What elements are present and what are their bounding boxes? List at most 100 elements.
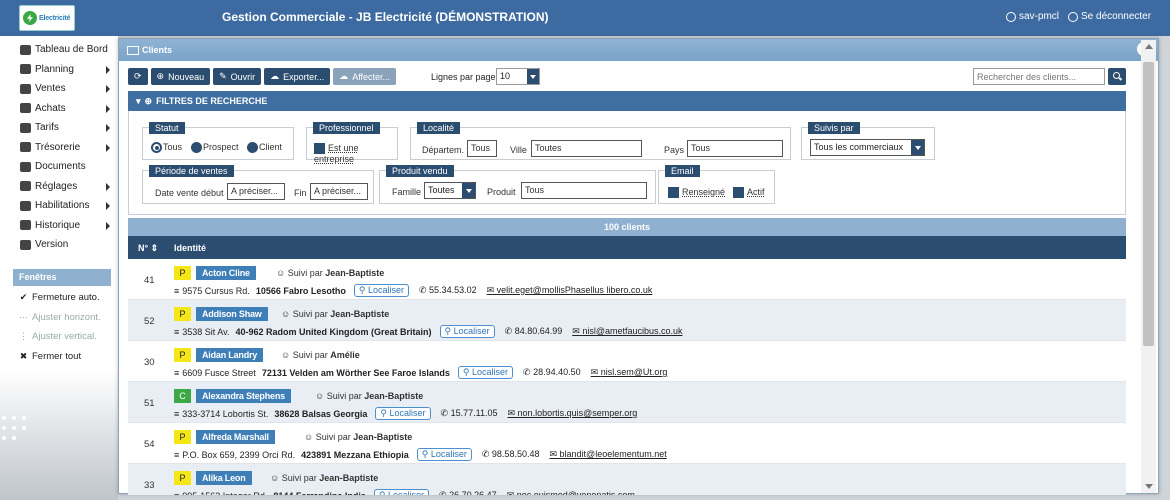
open-button[interactable]: ✎ Ouvrir: [213, 68, 262, 85]
ville-input[interactable]: Toutes: [531, 140, 642, 157]
sidebar-item-5[interactable]: Trésorerie: [0, 138, 118, 158]
window-titlebar[interactable]: Clients: [119, 39, 1158, 61]
toolbar: ⟳ ⊕ Nouveau ✎ Ouvrir ☁ Exporter... ☁ Affecte…: [128, 68, 397, 85]
departement-input[interactable]: Tous: [467, 140, 497, 157]
client-name[interactable]: Aidan Landry: [196, 348, 264, 362]
chevron-right-icon: [106, 182, 110, 191]
sidebar-item-10[interactable]: Version: [0, 235, 118, 255]
city: 72131 Velden am Wörther See Faroe Island…: [261, 367, 450, 378]
email-link[interactable]: ✉ nisl@ametfaucibus.co.uk: [572, 326, 682, 337]
cloud-download-icon: ☁: [270, 71, 280, 81]
client-name[interactable]: Alika Leon: [196, 471, 252, 485]
suivis-par-select[interactable]: Tous les commerciaux: [810, 139, 925, 156]
row-number: 30: [144, 357, 155, 368]
refresh-button[interactable]: ⟳: [128, 68, 148, 85]
lines-per-page-select[interactable]: 10: [496, 68, 540, 85]
user-icon: ☺: [315, 391, 325, 401]
email-address: nisl@ametfaucibus.co.uk: [582, 326, 683, 336]
sidebar-item-4[interactable]: Tarifs: [0, 118, 118, 138]
produit-input[interactable]: Tous: [521, 182, 647, 199]
checkbox-icon: [668, 187, 679, 199]
email-actif-checkbox[interactable]: Actif: [733, 187, 765, 199]
client-name[interactable]: Addison Shaw: [196, 307, 268, 321]
sidebar-item-2[interactable]: Ventes: [0, 79, 118, 99]
sidebar-item-3[interactable]: Achats: [0, 99, 118, 119]
export-label: Exporter...: [283, 71, 325, 82]
client-name[interactable]: Alexandra Stephens: [196, 389, 291, 403]
localiser-button[interactable]: ⚲ Localiser: [439, 325, 495, 338]
client-details: ≡ 9575 Cursus Rd. 10566 Fabro Lesotho ⚲ Loc…: [174, 284, 652, 297]
scroll-thumb[interactable]: [1143, 62, 1154, 346]
client-details: ≡995-1562 Integer Rd. 8144 Ferrandina Ind…: [174, 489, 635, 495]
scroll-up-icon[interactable]: [1145, 44, 1153, 49]
date-fin-input[interactable]: A préciser...: [310, 183, 368, 200]
scroll-down-icon[interactable]: [1145, 484, 1153, 489]
famille-select[interactable]: Toutes: [424, 182, 476, 199]
email-link[interactable]: ✉ velit.eget@mollisPhasellus libero.co.u…: [487, 285, 653, 296]
windows-item-3[interactable]: ✖ Fermer tout: [19, 347, 101, 367]
sidebar-item-6[interactable]: Documents: [0, 157, 118, 177]
column-identity: Identité: [174, 243, 207, 253]
windows-menu: ✔ Fermeture auto. ⋯ Ajuster horizont. ⋮ Ajust…: [19, 288, 101, 366]
statut-option-all[interactable]: Tous: [151, 142, 182, 154]
user-icon: ☺: [304, 432, 314, 442]
email-link[interactable]: ✉ nisl.sem@Ut.org: [591, 367, 668, 378]
filters-header[interactable]: ▾ ⊕ FILTRES DE RECHERCHE: [128, 91, 1126, 111]
sidebar-item-7[interactable]: Réglages: [0, 177, 118, 197]
is-company-checkbox[interactable]: Est une entreprise: [314, 143, 397, 164]
table-row[interactable]: 41 P Acton Cline ☺ Suivi par Jean-Baptiste ≡…: [128, 259, 1126, 300]
localiser-button[interactable]: ⚲ Localiser: [416, 448, 472, 461]
row-number: 51: [144, 398, 155, 409]
sidebar-item-1[interactable]: Planning: [0, 60, 118, 80]
localiser-button[interactable]: ⚲ Localiser: [457, 366, 514, 379]
filter-periode-ventes: Période de ventes Date vente début A pré…: [142, 165, 374, 204]
date-debut-label: Date vente début: [155, 188, 224, 198]
user-menu[interactable]: sav-pmcl: [1006, 11, 1059, 22]
follow-up-name: Jean-Baptiste: [353, 432, 413, 442]
client-name[interactable]: Alfreda Marshall: [196, 430, 275, 444]
envelope-icon: ✉: [507, 408, 516, 418]
date-debut-input[interactable]: A préciser...: [227, 183, 285, 200]
localiser-button[interactable]: ⚲ Localiser: [375, 407, 431, 420]
refresh-icon: ⟳: [134, 71, 142, 81]
column-number-label: N°: [138, 243, 149, 253]
sidebar-item-9[interactable]: Historique: [0, 216, 118, 236]
app-logo[interactable]: Electricité: [19, 5, 75, 31]
search-input[interactable]: [973, 68, 1105, 85]
new-button[interactable]: ⊕ Nouveau: [150, 68, 211, 85]
windows-item-1[interactable]: ⋯ Ajuster horizont.: [19, 308, 101, 328]
email-renseigne-checkbox[interactable]: Renseigné: [668, 187, 725, 199]
table-row[interactable]: 51 C Alexandra Stephens ☺ Suivi par Jean-Ba…: [128, 382, 1126, 423]
email-link[interactable]: ✉ non.lobortis.quis@semper.org: [507, 408, 637, 419]
sidebar-item-8[interactable]: Habilitations: [0, 196, 118, 216]
follow-up-name: Amélie: [330, 350, 360, 360]
windows-item-0[interactable]: ✔ Fermeture auto.: [19, 288, 101, 308]
assign-button[interactable]: ☁ Affecter...: [333, 68, 397, 85]
search-button[interactable]: [1108, 68, 1126, 85]
client-name[interactable]: Acton Cline: [196, 266, 256, 280]
email-link[interactable]: ✉ blandit@leoelementum.net: [549, 449, 666, 460]
pays-input[interactable]: Tous: [687, 140, 783, 157]
filter-produit-legend: Produit vendu: [386, 165, 454, 177]
phone-number: 28.94.40.50: [533, 367, 581, 377]
filter-suivis-legend: Suivis par: [808, 122, 860, 134]
plus-circle-icon: ⊕: [156, 71, 165, 81]
statut-option-prospect[interactable]: Prospect: [191, 142, 239, 154]
table-row[interactable]: 54 P Alfreda Marshall ☺ Suivi par Jean-Bapt…: [128, 423, 1126, 464]
table-row[interactable]: 33 P Alika Leon ☺ Suivi par Jean-Baptiste ≡9…: [128, 464, 1126, 495]
export-button[interactable]: ☁ Exporter...: [264, 68, 331, 85]
table-row[interactable]: 30 P Aidan Landry ☺ Suivi par Amélie ≡ 6609 F…: [128, 341, 1126, 382]
dashboard-icon: [20, 44, 31, 55]
client-details: ≡ 6609 Fusce Street 72131 Velden am Wörthe…: [174, 366, 667, 379]
statut-option-client[interactable]: Client: [247, 142, 282, 154]
scrollbar[interactable]: [1141, 40, 1156, 493]
localiser-button[interactable]: ⚲ Localiser: [373, 489, 430, 495]
sidebar-item-0[interactable]: Tableau de Bord: [0, 40, 118, 60]
email-link[interactable]: ✉ nec.euismod@venenatis.com: [507, 490, 635, 495]
localiser-button[interactable]: ⚲ Localiser: [353, 284, 409, 297]
window-action-icon: ✖: [19, 350, 28, 361]
column-number[interactable]: N° ⇕: [138, 243, 158, 254]
windows-item-2[interactable]: ⋮ Ajuster vertical.: [19, 327, 101, 347]
logout-button[interactable]: Se déconnecter: [1068, 11, 1151, 22]
table-row[interactable]: 52 P Addison Shaw ☺ Suivi par Jean-Baptiste…: [128, 300, 1126, 341]
